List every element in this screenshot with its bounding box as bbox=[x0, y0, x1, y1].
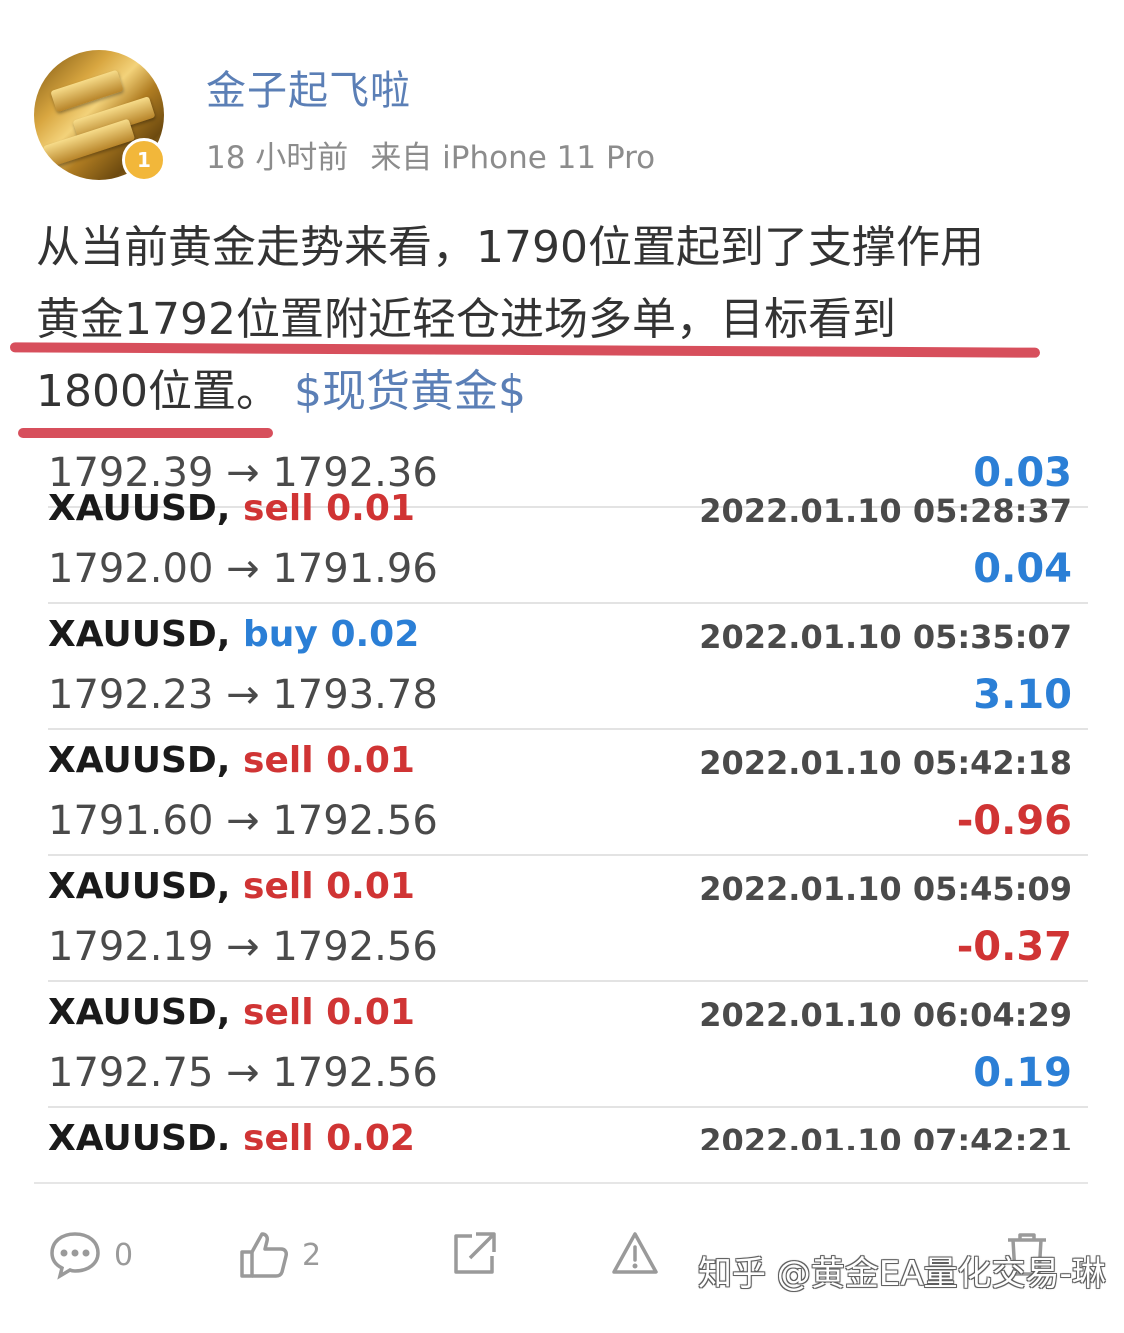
trade-symbol: XAUUSD, bbox=[48, 740, 231, 781]
trade-side: buy bbox=[243, 614, 318, 655]
trade-time: 2022.01.10 07:42:21 bbox=[699, 1122, 1072, 1150]
trade-time: 2022.01.10 06:04:29 bbox=[699, 996, 1072, 1034]
red-underline bbox=[18, 428, 273, 438]
trade-price: 1792.23 → 1793.78 bbox=[48, 672, 438, 718]
comment-icon bbox=[50, 1232, 100, 1280]
trade-price: 1792.00 → 1791.96 bbox=[48, 546, 438, 592]
share-button[interactable] bbox=[450, 1230, 498, 1276]
trade-row[interactable]: XAUUSD, sell 0.01 2022.01.10 06:04:29 1792… bbox=[48, 980, 1088, 1108]
like-button[interactable]: 2 bbox=[238, 1230, 321, 1280]
trade-volume: 0.02 bbox=[326, 1118, 415, 1150]
trade-profit: -0.96 bbox=[956, 798, 1072, 844]
post-time: 18 小时前 bbox=[206, 140, 349, 176]
post-text-line: 从当前黄金走势来看，1790位置起到了支撑作用 bbox=[36, 222, 984, 273]
trade-symbol: XAUUSD, bbox=[48, 992, 231, 1033]
trade-symbol: XAUUSD, bbox=[48, 866, 231, 907]
trade-side: sell bbox=[243, 866, 314, 907]
trade-volume: 0.01 bbox=[326, 740, 415, 781]
trade-history-list: 1792.39 → 1792.36 0.03 XAUUSD, sell 0.01 20… bbox=[48, 440, 1088, 1150]
trade-price: 1791.60 → 1792.56 bbox=[48, 798, 438, 844]
trade-time: 2022.01.10 05:45:09 bbox=[699, 870, 1072, 908]
watermark: 知乎 @黄金EA量化交易-琳 bbox=[698, 1254, 1106, 1294]
trade-row[interactable]: XAUUSD, sell 0.01 2022.01.10 05:45:09 1792… bbox=[48, 854, 1088, 982]
post-source: 来自 iPhone 11 Pro bbox=[370, 140, 656, 176]
post-meta: 18 小时前 来自 iPhone 11 Pro bbox=[206, 132, 655, 177]
trade-header: XAUUSD, sell 0.01 bbox=[48, 488, 415, 529]
comment-button[interactable]: 0 bbox=[48, 1230, 133, 1280]
trade-profit: 3.10 bbox=[973, 672, 1072, 718]
trade-symbol: XAUUSD, bbox=[48, 1118, 231, 1150]
avatar[interactable]: 1 bbox=[34, 50, 166, 182]
thumbs-up-icon bbox=[240, 1232, 288, 1278]
trade-side: sell bbox=[243, 992, 314, 1033]
like-count: 2 bbox=[302, 1237, 322, 1273]
comment-count: 0 bbox=[114, 1237, 134, 1273]
trade-time: 2022.01.10 05:28:37 bbox=[699, 492, 1072, 530]
divider bbox=[34, 1182, 1088, 1184]
trade-header: XAUUSD, sell 0.01 bbox=[48, 992, 415, 1033]
warning-icon bbox=[612, 1232, 658, 1274]
topic-link[interactable]: $现货黄金$ bbox=[294, 366, 526, 417]
trade-header: XAUUSD, sell 0.01 bbox=[48, 866, 415, 907]
post-body: 从当前黄金走势来看，1790位置起到了支撑作用 黄金1792位置附近轻仓进场多单… bbox=[36, 212, 1096, 428]
trade-side: sell bbox=[243, 1118, 314, 1150]
trade-price: 1792.19 → 1792.56 bbox=[48, 924, 438, 970]
trade-symbol: XAUUSD, bbox=[48, 488, 231, 529]
trade-header: XAUUSD, sell 0.01 bbox=[48, 740, 415, 781]
trade-profit: -0.37 bbox=[956, 924, 1072, 970]
trade-price: 1792.75 → 1792.56 bbox=[48, 1050, 438, 1096]
trade-time: 2022.01.10 05:35:07 bbox=[699, 618, 1072, 656]
trade-side: sell bbox=[243, 488, 314, 529]
trade-time: 2022.01.10 05:42:18 bbox=[699, 744, 1072, 782]
trade-row[interactable]: XAUUSD, sell 0.01 2022.01.10 05:28:37 1792… bbox=[48, 476, 1088, 604]
trade-symbol: XAUUSD, bbox=[48, 614, 231, 655]
trade-row[interactable]: XAUUSD, sell 0.01 2022.01.10 05:42:18 1791… bbox=[48, 728, 1088, 856]
trade-side: sell bbox=[243, 740, 314, 781]
share-icon bbox=[454, 1232, 496, 1274]
post-text-end: 1800位置。 bbox=[36, 366, 280, 417]
trade-header: XAUUSD, sell 0.02 bbox=[48, 1118, 415, 1150]
trade-volume: 0.01 bbox=[326, 992, 415, 1033]
trade-row[interactable]: XAUUSD, sell 0.02 2022.01.10 07:42:21 bbox=[48, 1106, 1088, 1150]
trade-profit: 0.19 bbox=[973, 1050, 1072, 1096]
level-badge: 1 bbox=[122, 138, 166, 182]
trade-volume: 0.01 bbox=[326, 488, 415, 529]
trade-profit: 0.04 bbox=[973, 546, 1072, 592]
trade-volume: 0.02 bbox=[330, 614, 420, 655]
report-button[interactable] bbox=[610, 1230, 660, 1276]
post-text-line: 1800位置。 $现货黄金$ bbox=[36, 356, 1096, 428]
trade-volume: 0.01 bbox=[326, 866, 415, 907]
username[interactable]: 金子起飞啦 bbox=[206, 58, 411, 116]
trade-row[interactable]: XAUUSD, buy 0.02 2022.01.10 05:35:07 1792.… bbox=[48, 602, 1088, 730]
trade-header: XAUUSD, buy 0.02 bbox=[48, 614, 419, 655]
